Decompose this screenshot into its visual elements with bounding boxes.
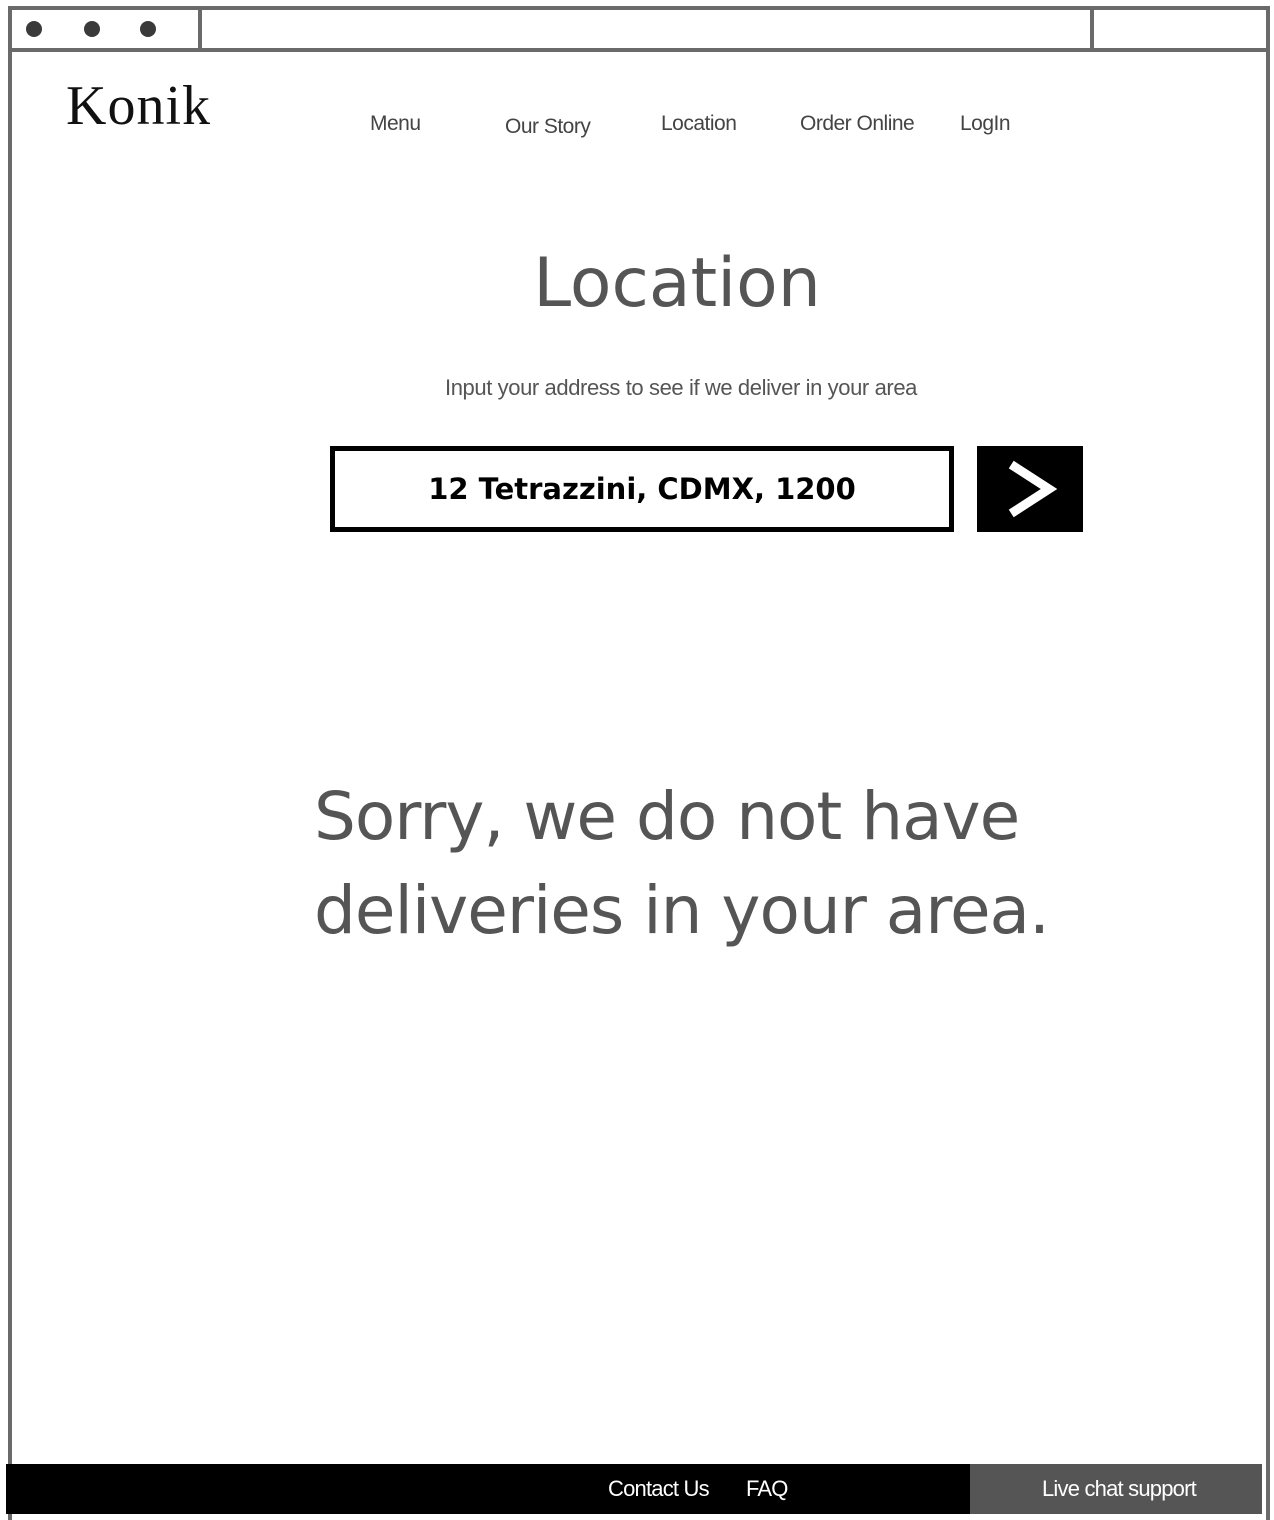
address-bar[interactable] [198,10,1094,48]
chevron-right-icon [1008,460,1058,518]
nav-item-location[interactable]: Location [661,112,737,136]
submit-address-button[interactable] [977,446,1083,532]
window-close-dot-icon[interactable] [26,21,42,37]
page-title: Location [533,244,821,323]
nav-item-menu[interactable]: Menu [370,112,421,136]
footer-contact-link[interactable]: Contact Us [608,1476,710,1502]
footer: Contact Us FAQ Live chat support [6,1464,1262,1514]
no-delivery-message-line-2: deliveries in your area. [314,872,1050,949]
page-subtitle: Input your address to see if we deliver … [444,375,918,400]
window-maximize-dot-icon[interactable] [140,21,156,37]
nav-item-order-online[interactable]: Order Online [800,112,915,136]
browser-toolbar [12,10,1266,52]
nav-item-our-story[interactable]: Our Story [505,115,591,139]
browser-window [8,6,1270,1520]
address-input[interactable] [330,446,954,532]
nav-item-login[interactable]: LogIn [960,112,1011,136]
no-delivery-message: Sorry, we do not have deliveries in your… [314,770,1134,958]
brand-logo[interactable]: Konik [66,74,211,138]
live-chat-button[interactable]: Live chat support [970,1464,1262,1514]
window-minimize-dot-icon[interactable] [84,21,100,37]
no-delivery-message-line-1: Sorry, we do not have [314,778,1020,855]
footer-faq-link[interactable]: FAQ [746,1476,788,1502]
